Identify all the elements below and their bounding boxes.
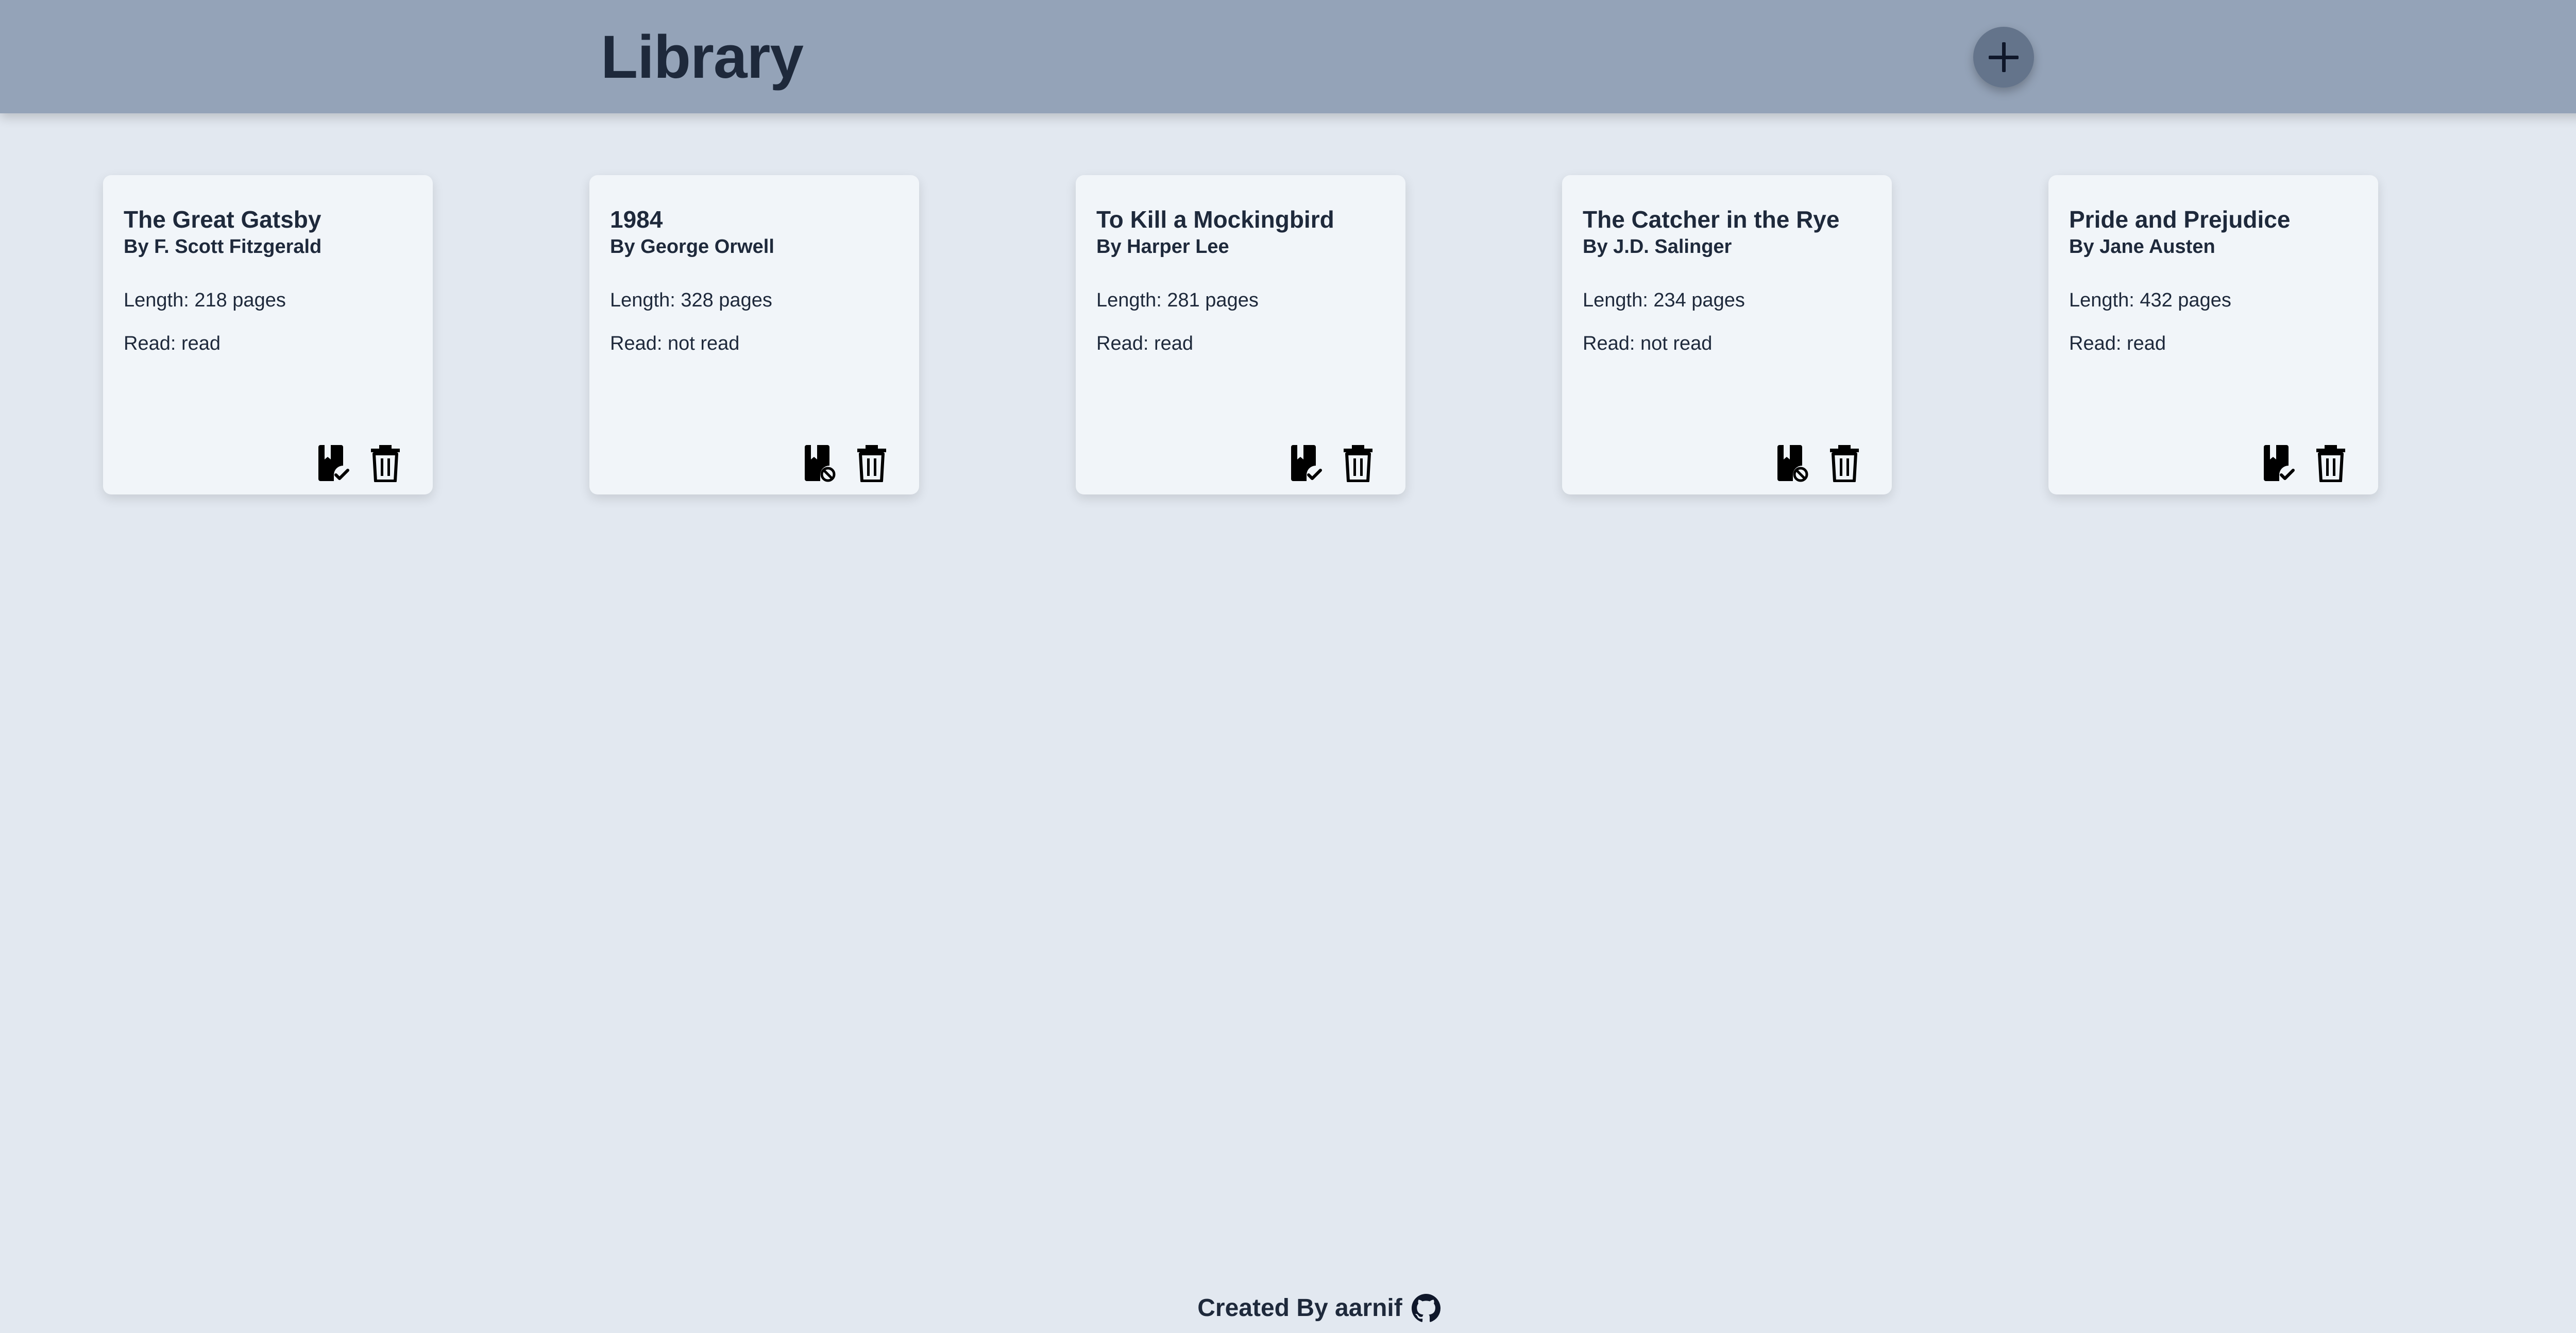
book-length: Length: 234 pages bbox=[1583, 289, 1745, 311]
bookmark-check-icon bbox=[1291, 445, 1322, 481]
delete-book-button[interactable] bbox=[368, 444, 403, 482]
header: Library bbox=[0, 0, 2576, 113]
trash-icon bbox=[1830, 445, 1859, 482]
book-author: By George Orwell bbox=[610, 236, 774, 258]
toggle-read-button[interactable] bbox=[1288, 444, 1323, 482]
book-author: By Jane Austen bbox=[2069, 236, 2215, 258]
bookmark-check-icon bbox=[318, 445, 349, 481]
book-title: The Catcher in the Rye bbox=[1583, 206, 1840, 233]
delete-book-button[interactable] bbox=[1827, 444, 1862, 482]
book-read-status: Read: read bbox=[1096, 333, 1194, 354]
footer: Created By aarnif bbox=[0, 1288, 2576, 1329]
book-read-status: Read: read bbox=[124, 333, 221, 354]
trash-icon bbox=[371, 445, 400, 482]
book-length: Length: 218 pages bbox=[124, 289, 286, 311]
book-title: The Great Gatsby bbox=[124, 206, 321, 233]
book-author: By F. Scott Fitzgerald bbox=[124, 236, 322, 258]
book-card: Pride and Prejudice By Jane Austen Lengt… bbox=[2048, 175, 2378, 494]
book-card: To Kill a Mockingbird By Harper Lee Leng… bbox=[1076, 175, 1405, 494]
book-card: The Catcher in the Rye By J.D. Salinger … bbox=[1562, 175, 1892, 494]
bookmark-check-icon bbox=[2264, 445, 2295, 481]
delete-book-button[interactable] bbox=[2313, 444, 2348, 482]
page-title: Library bbox=[601, 23, 804, 91]
delete-book-button[interactable] bbox=[854, 444, 889, 482]
plus-icon bbox=[1989, 42, 2019, 72]
trash-icon bbox=[857, 445, 886, 482]
book-card: The Great Gatsby By F. Scott Fitzgerald … bbox=[103, 175, 433, 494]
footer-credit: Created By aarnif bbox=[1197, 1288, 1440, 1329]
toggle-read-button[interactable] bbox=[802, 444, 837, 482]
book-read-status: Read: not read bbox=[1583, 333, 1713, 354]
github-icon bbox=[1411, 1294, 1440, 1322]
delete-book-button[interactable] bbox=[1341, 444, 1376, 482]
book-author: By J.D. Salinger bbox=[1583, 236, 1732, 258]
bookmark-off-icon bbox=[805, 445, 836, 482]
book-length: Length: 328 pages bbox=[610, 289, 772, 311]
toggle-read-button[interactable] bbox=[315, 444, 350, 482]
github-link[interactable] bbox=[1411, 1294, 1440, 1323]
footer-text: Created By aarnif bbox=[1197, 1294, 1402, 1322]
toggle-read-button[interactable] bbox=[2261, 444, 2296, 482]
book-read-status: Read: read bbox=[2069, 333, 2166, 354]
book-title: Pride and Prejudice bbox=[2069, 206, 2291, 233]
book-length: Length: 432 pages bbox=[2069, 289, 2231, 311]
trash-icon bbox=[2316, 445, 2345, 482]
toggle-read-button[interactable] bbox=[1774, 444, 1809, 482]
book-author: By Harper Lee bbox=[1096, 236, 1229, 258]
book-title: To Kill a Mockingbird bbox=[1096, 206, 1334, 233]
bookmark-off-icon bbox=[1777, 445, 1808, 482]
book-title: 1984 bbox=[610, 206, 663, 233]
trash-icon bbox=[1344, 445, 1372, 482]
book-length: Length: 281 pages bbox=[1096, 289, 1259, 311]
book-card: 1984 By George Orwell Length: 328 pages … bbox=[589, 175, 919, 494]
book-read-status: Read: not read bbox=[610, 333, 740, 354]
add-book-button[interactable] bbox=[1973, 27, 2034, 88]
